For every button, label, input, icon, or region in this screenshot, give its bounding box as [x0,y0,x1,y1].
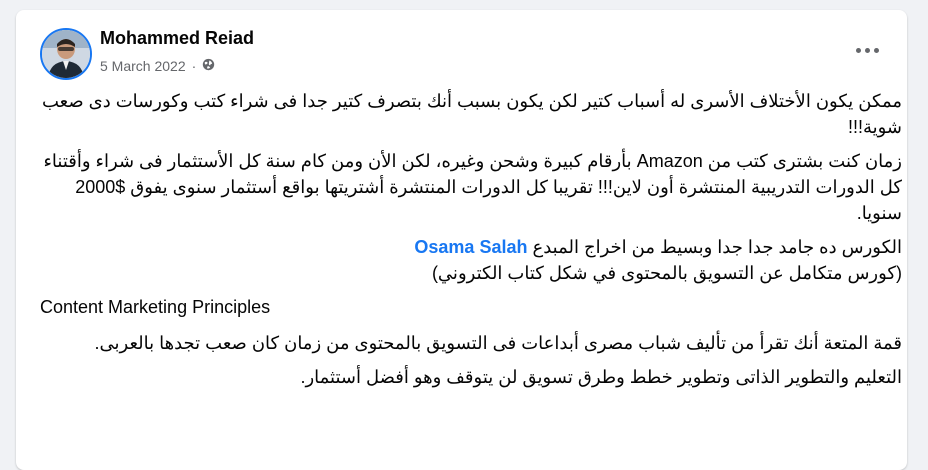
post-body: ممكن يكون الأختلاف الأسرى له أسباب كتير … [38,88,902,398]
author-name[interactable]: Mohammed Reiad [100,28,254,49]
post-paragraph: (كورس متكامل عن التسويق بالمحتوى في شكل … [431,263,902,283]
post-paragraph: التعليم والتطوير الذاتى وتطوير خطط وطرق … [300,367,902,387]
post-date[interactable]: 5 March 2022 [100,58,186,74]
post-meta: 5 March 2022 · [100,58,215,74]
post-card: Mohammed Reiad 5 March 2022 · ممكن يكون … [16,10,907,470]
profile-photo [42,30,90,78]
avatar[interactable] [40,28,92,80]
meta-separator: · [191,58,197,74]
mention-link[interactable]: Osama Salah [414,237,527,257]
course-title: Content Marketing Principles [40,297,271,317]
post-paragraph: ممكن يكون الأختلاف الأسرى له أسباب كتير … [41,91,902,137]
paragraph-text: الكورس ده جامد جدا جدا وبسيط من اخراج ال… [532,237,902,257]
post-paragraph: قمة المتعة أنك تقرأ من تأليف شباب مصرى أ… [94,333,902,353]
more-options-icon[interactable] [849,38,885,62]
globe-icon[interactable] [202,58,215,74]
post-paragraph: الكورس ده جامد جدا جدا وبسيط من اخراج ال… [38,234,902,260]
post-paragraph: زمان كنت بشترى كتب من Amazon بأرقام كبير… [43,151,902,223]
